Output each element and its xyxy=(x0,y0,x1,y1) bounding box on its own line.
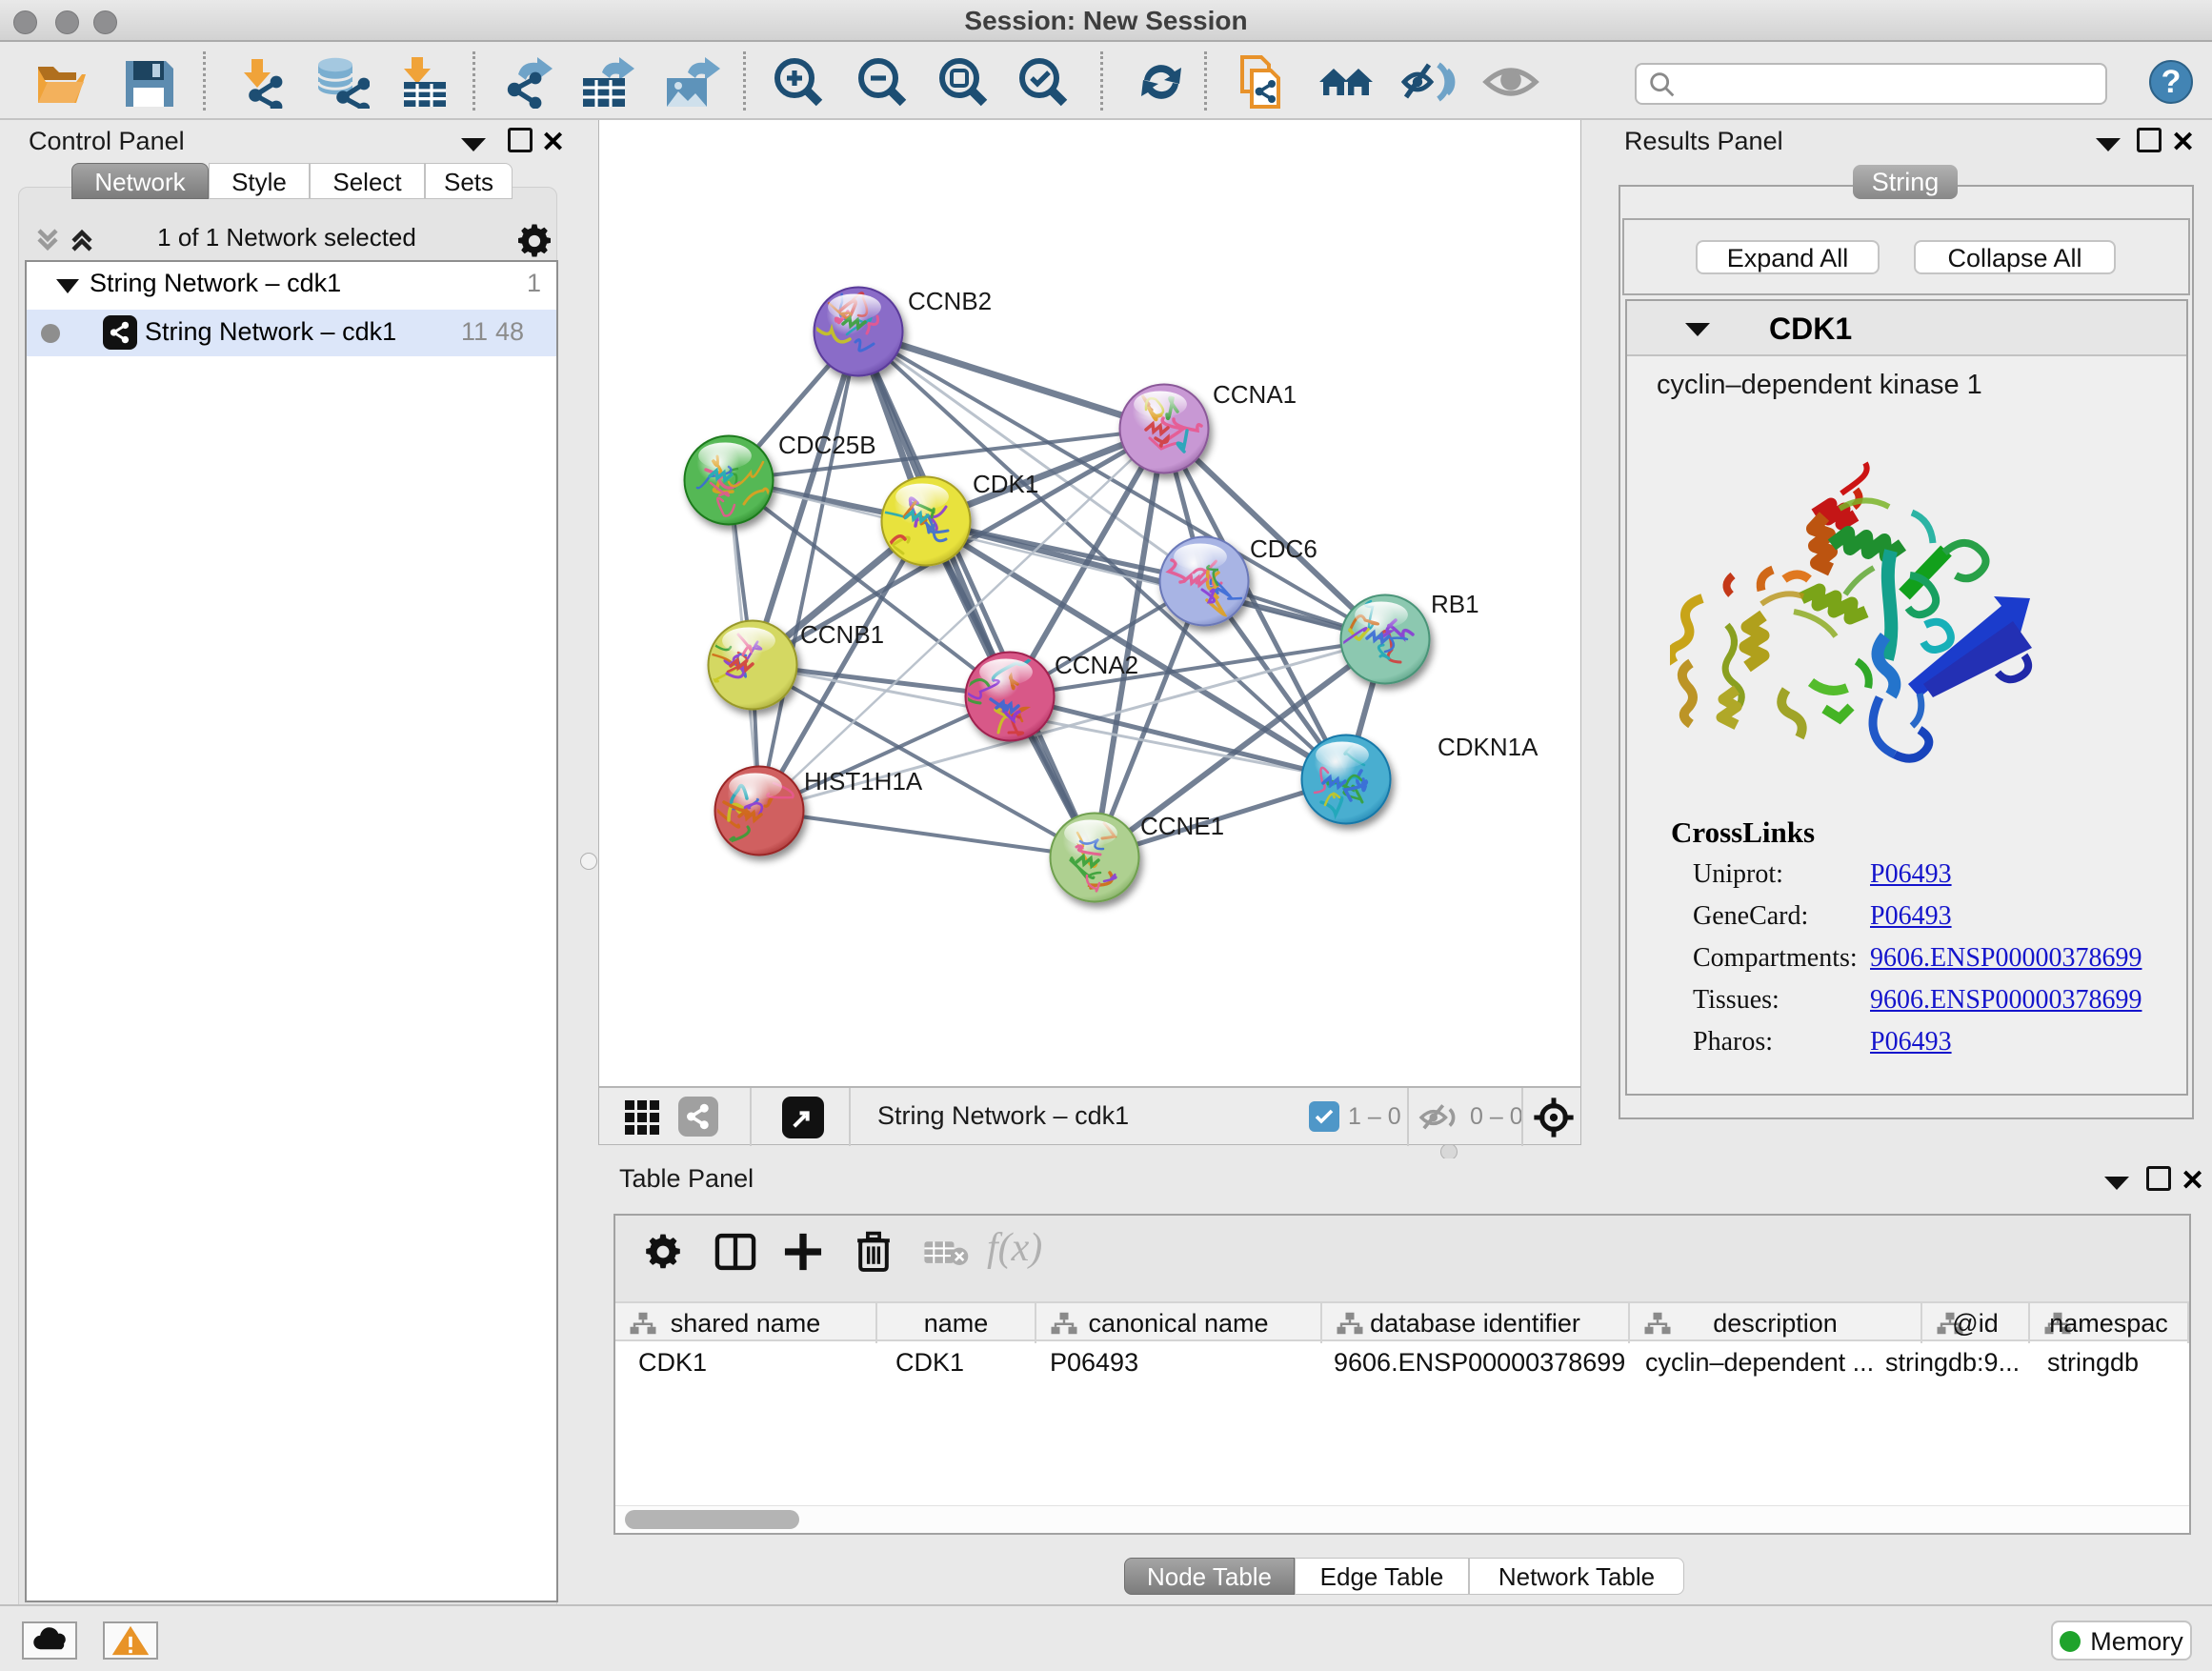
svg-text:CDC25B: CDC25B xyxy=(778,431,876,459)
svg-text:HIST1H1A: HIST1H1A xyxy=(804,767,923,795)
svg-text:RB1: RB1 xyxy=(1431,590,1479,618)
svg-text:CCNA2: CCNA2 xyxy=(1055,651,1138,679)
svg-text:CDK1: CDK1 xyxy=(973,470,1038,498)
svg-text:CCNB1: CCNB1 xyxy=(800,620,884,649)
svg-text:CDC6: CDC6 xyxy=(1250,534,1317,563)
svg-text:CCNA1: CCNA1 xyxy=(1213,380,1297,409)
svg-text:CDKN1A: CDKN1A xyxy=(1438,733,1538,761)
svg-text:CCNE1: CCNE1 xyxy=(1140,812,1224,840)
svg-text:CCNB2: CCNB2 xyxy=(908,287,992,315)
